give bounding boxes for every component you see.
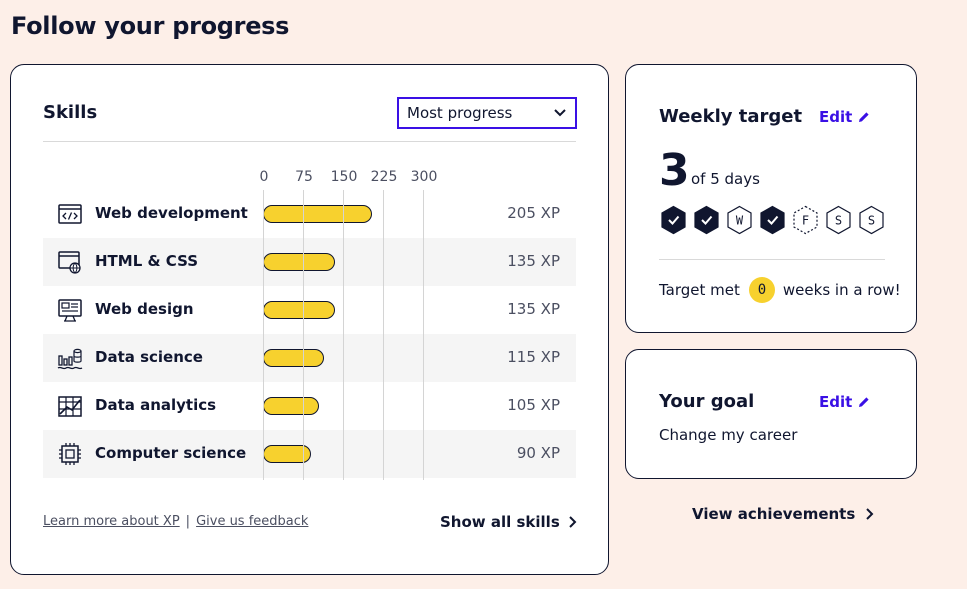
- skill-bar: [263, 397, 319, 415]
- skill-row[interactable]: Web design 135 XP: [43, 286, 576, 334]
- analytics-table-icon: [58, 396, 82, 417]
- skills-divider: [43, 141, 576, 142]
- axis-tick: 300: [410, 169, 438, 185]
- skill-bar: [263, 253, 335, 271]
- skill-row[interactable]: HTML & CSS 135 XP: [43, 238, 576, 286]
- view-achievements-button[interactable]: View achievements: [692, 505, 874, 523]
- cpu-chip-icon: [59, 443, 81, 465]
- footer-links: Learn more about XP | Give us feedback: [43, 514, 308, 529]
- skill-name: Data analytics: [95, 396, 217, 414]
- streak-count-badge: 0: [748, 277, 775, 303]
- weekly-target-card: Weekly target Edit 3 of 5 days W F S S T…: [625, 64, 917, 333]
- axis-tick: 225: [370, 169, 398, 185]
- skills-heading: Skills: [43, 102, 98, 123]
- page-title: Follow your progress: [11, 12, 290, 40]
- chevron-right-icon: [569, 516, 577, 528]
- day-letter: S: [835, 214, 842, 228]
- chevron-right-icon: [866, 508, 874, 520]
- axis-tick: 0: [259, 169, 269, 185]
- skill-xp: 105 XP: [507, 396, 560, 414]
- link-separator: |: [185, 514, 191, 529]
- edit-label: Edit: [819, 108, 853, 126]
- view-achievements-label: View achievements: [692, 505, 856, 523]
- weekly-divider: [659, 259, 885, 260]
- skill-xp: 135 XP: [507, 252, 560, 270]
- day-today-icon: F: [793, 205, 818, 235]
- gridline: [263, 190, 264, 480]
- show-all-skills-label: Show all skills: [440, 513, 560, 531]
- skill-row[interactable]: Data science 115 XP: [43, 334, 576, 382]
- sort-select[interactable]: Most progress: [397, 97, 577, 129]
- pencil-icon: [859, 112, 869, 122]
- skill-row[interactable]: Data analytics 105 XP: [43, 382, 576, 430]
- browser-globe-icon: [58, 251, 81, 274]
- weekday-streak: W F S S: [659, 205, 886, 235]
- skill-xp: 205 XP: [507, 204, 560, 222]
- skill-name: Data science: [95, 348, 203, 366]
- skill-name: Computer science: [95, 444, 247, 462]
- skill-name: Web design: [95, 300, 194, 318]
- edit-label: Edit: [819, 393, 853, 411]
- chevron-down-icon: [554, 109, 566, 117]
- skill-xp: 90 XP: [516, 444, 560, 462]
- pencil-icon: [859, 397, 869, 407]
- code-window-icon: [58, 204, 82, 224]
- edit-weekly-target-button[interactable]: Edit: [819, 108, 870, 126]
- skill-xp: 135 XP: [507, 300, 560, 318]
- design-layout-icon: [58, 299, 82, 322]
- day-done-icon: [661, 205, 686, 235]
- day-open-icon: S: [859, 205, 884, 235]
- axis-tick: 150: [330, 169, 358, 185]
- day-open-icon: S: [826, 205, 851, 235]
- goal-card: Your goal Edit Change my career: [625, 349, 917, 479]
- day-open-icon: W: [727, 205, 752, 235]
- feedback-link[interactable]: Give us feedback: [196, 514, 308, 529]
- skill-xp: 115 XP: [507, 348, 560, 366]
- skills-card: Skills Most progress 0 75 150 225 300 We…: [10, 64, 609, 575]
- days-met-count: 3: [659, 145, 690, 196]
- streak-line: Target met 0 weeks in a row!: [659, 277, 901, 303]
- day-done-icon: [760, 205, 785, 235]
- day-letter: W: [736, 214, 744, 228]
- goal-heading: Your goal: [659, 391, 755, 412]
- sort-select-value: Most progress: [407, 104, 513, 122]
- day-letter: S: [868, 214, 875, 228]
- skill-bar: [263, 205, 372, 223]
- skill-bar: [263, 301, 335, 319]
- skill-row[interactable]: Web development 205 XP: [43, 190, 576, 238]
- edit-goal-button[interactable]: Edit: [819, 393, 870, 411]
- gridline: [383, 190, 384, 480]
- data-bars-icon: [57, 348, 83, 370]
- skill-name: HTML & CSS: [95, 252, 199, 270]
- skill-bar: [263, 349, 324, 367]
- streak-prefix: Target met: [659, 281, 740, 299]
- goal-text: Change my career: [659, 426, 798, 444]
- learn-more-link[interactable]: Learn more about XP: [43, 514, 180, 529]
- show-all-skills-button[interactable]: Show all skills: [440, 513, 577, 531]
- day-done-icon: [694, 205, 719, 235]
- streak-suffix: weeks in a row!: [782, 281, 901, 299]
- gridline: [423, 190, 424, 480]
- skill-row[interactable]: Computer science 90 XP: [43, 430, 576, 478]
- weekly-target-heading: Weekly target: [659, 106, 803, 127]
- skill-name: Web development: [95, 204, 248, 222]
- day-letter: F: [802, 214, 809, 228]
- gridline: [343, 190, 344, 480]
- axis-tick: 75: [295, 169, 313, 185]
- gridline: [303, 190, 304, 480]
- days-target-label: of 5 days: [691, 170, 760, 188]
